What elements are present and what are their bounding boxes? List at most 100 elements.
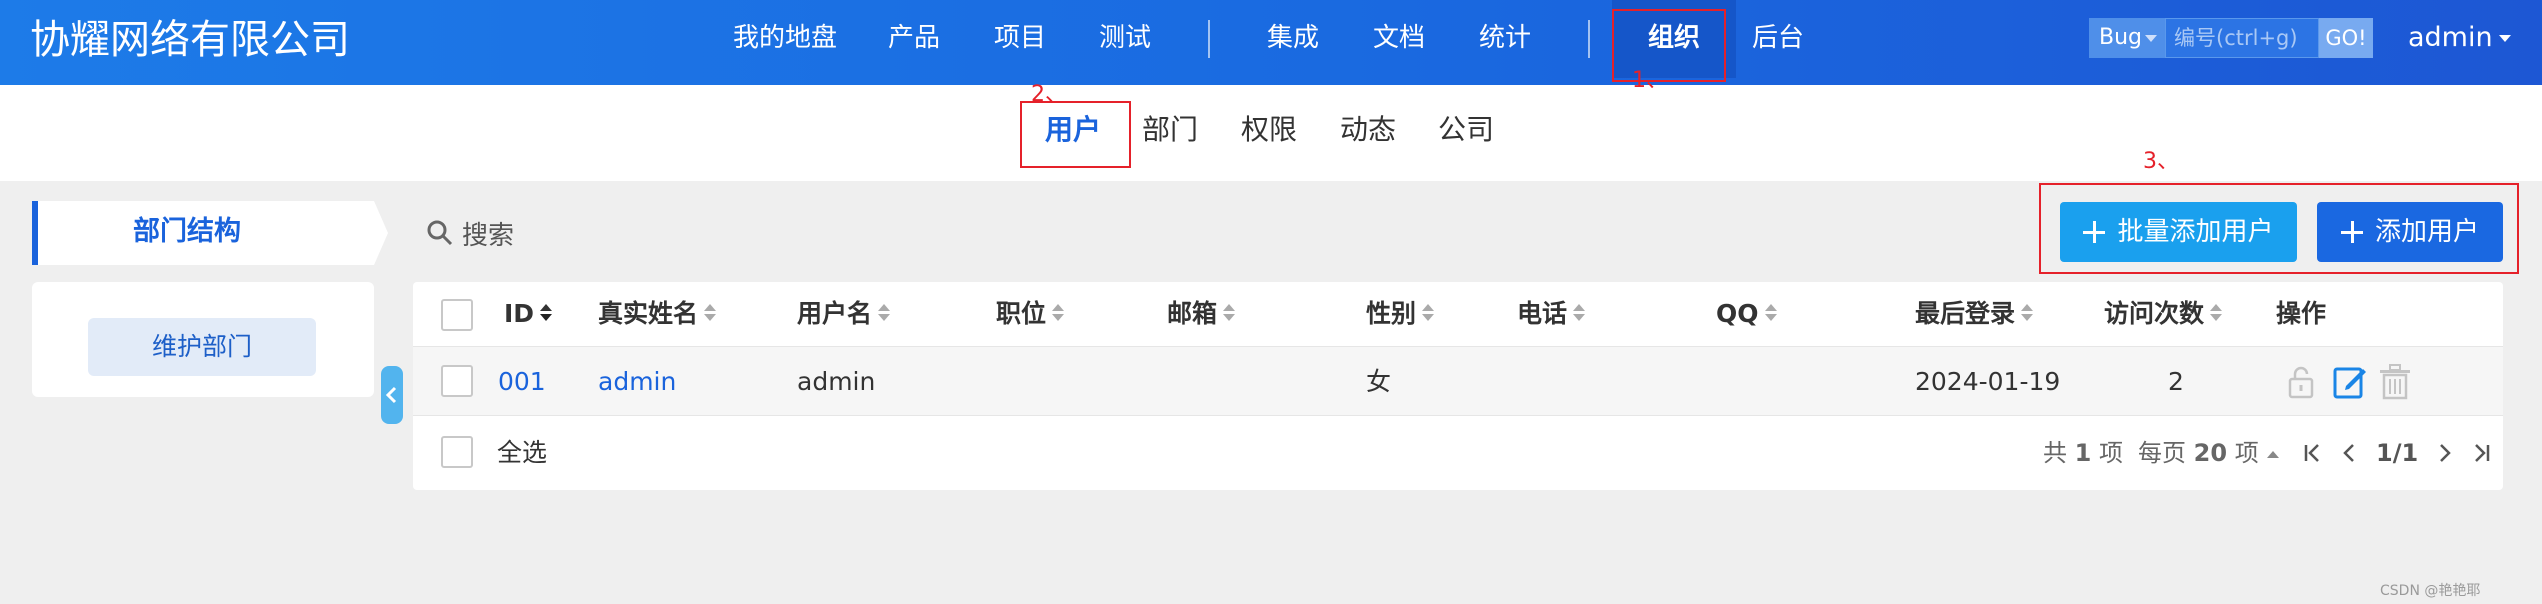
- sort-desc-icon: [540, 303, 553, 323]
- last-page-icon[interactable]: [2470, 442, 2492, 464]
- annotation-box-1: [1612, 9, 1726, 82]
- prev-page-icon[interactable]: [2339, 442, 2361, 464]
- caret-up-icon: [2266, 450, 2279, 458]
- tab-permissions[interactable]: 权限: [1241, 85, 1297, 181]
- pager-per-page-value: 20: [2193, 439, 2228, 467]
- nav-divider: [1588, 20, 1590, 58]
- nav-project[interactable]: 项目: [994, 0, 1046, 78]
- column-label: 访问次数: [2104, 299, 2205, 328]
- column-label: 真实姓名: [598, 299, 699, 328]
- search-go-button[interactable]: GO!: [2319, 18, 2373, 58]
- pager-current-page: 1/1: [2376, 439, 2419, 467]
- nav-stats[interactable]: 统计: [1479, 0, 1531, 78]
- row-checkbox[interactable]: [441, 365, 473, 397]
- search-input[interactable]: [2165, 18, 2319, 58]
- sort-icon: [2210, 303, 2223, 323]
- nav-divider: [1208, 20, 1210, 58]
- sort-icon: [704, 303, 717, 323]
- cell-id[interactable]: 001: [498, 347, 546, 417]
- watermark: CSDN @艳艳耶: [2380, 583, 2481, 599]
- department-structure-title: 部门结构: [133, 216, 241, 247]
- column-header-id[interactable]: ID: [504, 282, 553, 346]
- next-page-icon[interactable]: [2433, 442, 2455, 464]
- chevron-down-icon: [2498, 35, 2511, 42]
- sort-icon: [878, 303, 891, 323]
- search-toggle[interactable]: 搜索: [426, 213, 514, 253]
- first-page-icon[interactable]: [2302, 442, 2324, 464]
- pager-per-page-suffix: 项: [2234, 439, 2259, 467]
- add-user-button[interactable]: 添加用户: [2317, 202, 2503, 262]
- column-label: QQ: [1716, 299, 1759, 328]
- batch-add-users-label: 批量添加用户: [2117, 217, 2274, 247]
- column-header-username[interactable]: 用户名: [797, 282, 891, 346]
- column-header-last-login[interactable]: 最后登录: [1915, 282, 2034, 346]
- annotation-label-3: 3、: [2143, 149, 2179, 174]
- sidebar-collapse-handle[interactable]: [381, 366, 403, 424]
- nav-integration[interactable]: 集成: [1267, 0, 1319, 78]
- nav-my-dashboard[interactable]: 我的地盘: [733, 0, 837, 78]
- user-name: admin: [2408, 22, 2493, 53]
- pager-per-page[interactable]: 每页 20 项: [2138, 416, 2279, 490]
- pager-total: 共 1 项: [2043, 416, 2123, 490]
- sort-icon: [1573, 303, 1586, 323]
- edit-icon[interactable]: [2332, 364, 2368, 400]
- column-header-qq[interactable]: QQ: [1716, 282, 1777, 346]
- maintain-department-button[interactable]: 维护部门: [88, 318, 316, 376]
- column-label: 邮箱: [1167, 299, 1218, 328]
- pager-total-prefix: 共: [2043, 439, 2067, 467]
- search-label-text: 搜索: [462, 220, 515, 251]
- add-user-label: 添加用户: [2374, 217, 2479, 247]
- users-table: ID 真实姓名 用户名 职位 邮箱 性别 电话 QQ 最后登录 访问次数 操作 …: [413, 282, 2503, 490]
- column-header-email[interactable]: 邮箱: [1167, 282, 1236, 346]
- search-icon: [427, 220, 453, 246]
- column-header-visits[interactable]: 访问次数: [2104, 282, 2223, 346]
- tab-company[interactable]: 公司: [1438, 85, 1494, 181]
- nav-product[interactable]: 产品: [888, 0, 940, 78]
- table-footer: 全选 共 1 项 每页 20 项 1/1: [413, 416, 2503, 490]
- pager-total-count: 1: [2074, 439, 2092, 467]
- nav-admin[interactable]: 后台: [1752, 0, 1804, 78]
- column-header-realname[interactable]: 真实姓名: [598, 282, 717, 346]
- pager-total-suffix: 项: [2098, 439, 2123, 467]
- tab-activity[interactable]: 动态: [1340, 85, 1396, 181]
- column-label: 电话: [1517, 299, 1568, 328]
- pager-per-page-prefix: 每页: [2138, 439, 2186, 467]
- sort-icon: [1223, 303, 1236, 323]
- header-checkbox[interactable]: [441, 299, 473, 331]
- cell-gender: 女: [1366, 367, 1392, 396]
- column-label: 最后登录: [1915, 299, 2016, 328]
- cell-realname[interactable]: admin: [598, 347, 676, 417]
- plus-icon: [2083, 221, 2106, 243]
- select-all-checkbox[interactable]: [441, 436, 473, 468]
- sort-icon: [1422, 303, 1435, 323]
- trash-icon[interactable]: [2378, 364, 2412, 400]
- nav-test[interactable]: 测试: [1099, 0, 1151, 78]
- batch-add-users-button[interactable]: 批量添加用户: [2060, 202, 2297, 262]
- unlock-icon[interactable]: [2286, 364, 2316, 400]
- annotation-label-2: 2、: [1031, 82, 1067, 107]
- column-label: 性别: [1366, 299, 1417, 328]
- column-header-gender[interactable]: 性别: [1366, 282, 1435, 346]
- column-header-position[interactable]: 职位: [996, 282, 1065, 346]
- sort-icon: [1052, 303, 1065, 323]
- nav-docs[interactable]: 文档: [1373, 0, 1425, 78]
- user-menu[interactable]: admin: [2408, 0, 2511, 78]
- cell-visits: 2: [2168, 367, 2184, 396]
- select-all-label[interactable]: 全选: [497, 416, 547, 490]
- table-row: 001 admin admin 女 2024-01-19 2: [413, 346, 2503, 416]
- column-header-phone[interactable]: 电话: [1517, 282, 1586, 346]
- annotation-box-2: [1020, 101, 1131, 168]
- search-type-select[interactable]: Bug: [2089, 18, 2165, 58]
- search-type-value: Bug: [2099, 25, 2143, 50]
- top-header: 协耀网络有限公司 我的地盘 产品 项目 测试 集成 文档 统计 组织 后台 Bu…: [0, 0, 2542, 85]
- department-structure-tab[interactable]: 部门结构: [32, 201, 388, 265]
- sort-icon: [2021, 303, 2034, 323]
- sort-icon: [1764, 303, 1777, 323]
- column-label: ID: [504, 299, 535, 328]
- tab-departments[interactable]: 部门: [1142, 85, 1198, 181]
- plus-icon: [2340, 221, 2363, 243]
- annotation-label-1: 1、: [1632, 68, 1668, 93]
- cell-last-login: 2024-01-19: [1915, 367, 2061, 396]
- quick-search: Bug GO!: [2089, 18, 2373, 58]
- company-brand[interactable]: 协耀网络有限公司: [30, 0, 350, 85]
